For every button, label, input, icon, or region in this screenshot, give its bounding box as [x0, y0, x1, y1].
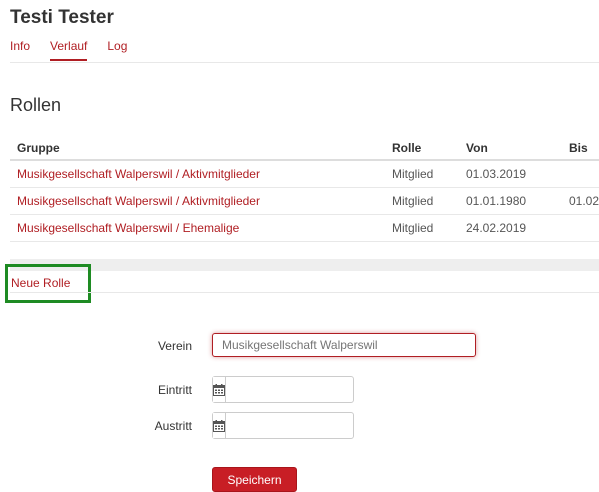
from-date-cell: 01.03.2019 — [459, 160, 562, 188]
column-header-to: Bis — [562, 137, 599, 161]
to-date-cell — [562, 214, 599, 242]
form-divider — [10, 292, 599, 293]
table-row: Musikgesellschaft Walperswil / Aktivmitg… — [10, 160, 599, 188]
roles-heading: Rollen — [10, 95, 62, 115]
role-cell: Mitglied — [385, 187, 459, 215]
roles-table: Gruppe Rolle Von Bis Musikgesellschaft W… — [10, 137, 599, 242]
from-date-cell: 01.01.1980 — [459, 187, 562, 215]
tab-info[interactable]: Info — [10, 38, 30, 62]
verein-label: Verein — [157, 339, 192, 353]
eintritt-date-field — [212, 376, 393, 403]
calendar-icon[interactable] — [213, 413, 226, 438]
tab-bar: Info Verlauf Log — [10, 38, 147, 64]
from-date-cell: 24.02.2019 — [459, 214, 562, 242]
tabs-divider — [10, 62, 599, 63]
page-title: Testi Tester — [10, 7, 114, 28]
tab-log[interactable]: Log — [107, 38, 127, 62]
tab-verlauf[interactable]: Verlauf — [50, 38, 88, 62]
verein-input[interactable] — [212, 333, 476, 357]
role-group-link[interactable]: Musikgesellschaft Walperswil / Aktivmitg… — [17, 194, 260, 208]
to-date-cell: 01.02.19 — [562, 187, 599, 215]
role-cell: Mitglied — [385, 214, 459, 242]
eintritt-input[interactable] — [226, 377, 393, 402]
role-cell: Mitglied — [385, 160, 459, 188]
save-button[interactable]: Speichern — [212, 467, 297, 492]
role-group-link[interactable]: Musikgesellschaft Walperswil / Aktivmitg… — [17, 167, 260, 181]
to-date-cell — [562, 160, 599, 188]
highlight-box — [5, 264, 91, 303]
column-header-role: Rolle — [385, 137, 459, 161]
table-row: Musikgesellschaft Walperswil / Ehemalige… — [10, 214, 599, 242]
austritt-date-field — [212, 412, 393, 439]
column-header-from: Von — [459, 137, 562, 161]
austritt-input[interactable] — [226, 413, 393, 438]
calendar-icon[interactable] — [213, 377, 226, 402]
table-row: Musikgesellschaft Walperswil / Aktivmitg… — [10, 187, 599, 215]
table-header-row: Gruppe Rolle Von Bis — [10, 137, 599, 161]
role-group-link[interactable]: Musikgesellschaft Walperswil / Ehemalige — [17, 221, 239, 235]
austritt-label: Austritt — [154, 419, 192, 433]
eintritt-label: Eintritt — [157, 383, 192, 397]
column-header-group: Gruppe — [10, 137, 385, 161]
roles-footer-bar — [10, 259, 599, 271]
page: Testi Tester Info Verlauf Log Rollen Gru… — [0, 0, 599, 492]
